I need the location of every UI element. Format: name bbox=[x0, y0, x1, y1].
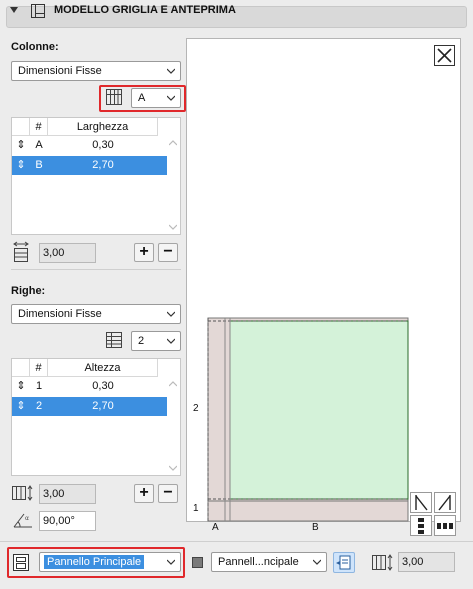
rows-total-field[interactable]: 3,00 bbox=[39, 484, 96, 504]
row-count-dropdown[interactable]: 2 bbox=[131, 331, 181, 351]
preview-row-label: 1 bbox=[193, 503, 199, 514]
columns-mode-dropdown[interactable]: Dimensioni Fisse bbox=[11, 61, 181, 81]
table-header-blank bbox=[12, 359, 30, 377]
add-column-button[interactable]: + bbox=[134, 243, 154, 262]
drag-handle-icon[interactable]: ⇕ bbox=[12, 136, 30, 155]
view-button-horizontal[interactable] bbox=[434, 515, 456, 536]
preview-row-label: 2 bbox=[193, 403, 199, 414]
table-header-id: # bbox=[30, 118, 48, 136]
table-header-blank bbox=[12, 118, 30, 136]
total-height-icon bbox=[12, 485, 33, 501]
row-id: A bbox=[35, 139, 43, 151]
diagonal-left-icon bbox=[415, 495, 428, 511]
view-button-vertical[interactable] bbox=[410, 515, 432, 536]
panel-dropdown-value: Pannello Principale bbox=[44, 555, 145, 569]
rows-mode-dropdown[interactable]: Dimensioni Fisse bbox=[11, 304, 181, 324]
columns-mode-value: Dimensioni Fisse bbox=[18, 65, 102, 77]
table-row[interactable]: ⇕ B 2,70 bbox=[12, 156, 167, 175]
column-selector-value: A bbox=[138, 92, 146, 104]
table-header-id: # bbox=[30, 359, 48, 377]
table-row[interactable]: ⇕ 2 2,70 bbox=[12, 397, 167, 416]
row-id: B bbox=[35, 159, 43, 171]
material-settings-button[interactable] bbox=[333, 552, 355, 573]
table-row[interactable]: ⇕ A 0,30 bbox=[12, 136, 167, 155]
preview-drawing bbox=[207, 317, 409, 522]
preview-col-label: A bbox=[212, 522, 219, 533]
material-dropdown[interactable]: Pannell...ncipale bbox=[211, 552, 327, 572]
main-panel bbox=[229, 320, 409, 500]
drag-handle-icon[interactable]: ⇕ bbox=[12, 377, 30, 396]
material-dropdown-value: Pannell...ncipale bbox=[218, 556, 299, 568]
preview-col-label: B bbox=[312, 522, 319, 533]
scroll-up-icon[interactable] bbox=[169, 139, 177, 147]
section-divider bbox=[11, 269, 181, 270]
rows-label: Righe: bbox=[11, 285, 46, 297]
row-count-value: 2 bbox=[138, 335, 145, 347]
chevron-down-icon bbox=[313, 559, 321, 565]
row-value[interactable]: 2,70 bbox=[48, 397, 158, 416]
scroll-down-icon[interactable] bbox=[169, 464, 177, 472]
view-button-right[interactable] bbox=[434, 492, 456, 513]
thickness-icon bbox=[372, 554, 393, 571]
view-button-left[interactable] bbox=[410, 492, 432, 513]
columns-total-field[interactable]: 3,00 bbox=[39, 243, 96, 263]
panel-title: MODELLO GRIGLIA E ANTEPRIMA bbox=[54, 4, 236, 16]
close-preview-button[interactable] bbox=[434, 45, 455, 66]
close-icon bbox=[437, 48, 452, 63]
panel-dropdown[interactable]: Pannello Principale bbox=[39, 552, 181, 572]
remove-row-button[interactable]: − bbox=[158, 484, 178, 503]
column-grid-icon bbox=[106, 89, 122, 105]
chevron-down-icon bbox=[167, 311, 175, 317]
thickness-field[interactable]: 3,00 bbox=[398, 552, 455, 572]
vertical-blocks-icon bbox=[418, 518, 424, 534]
angle-field[interactable]: 90,00° bbox=[39, 511, 96, 531]
collapse-triangle-icon[interactable] bbox=[10, 7, 18, 13]
remove-column-button[interactable]: − bbox=[158, 243, 178, 262]
chevron-down-icon bbox=[167, 68, 175, 74]
row-value[interactable]: 0,30 bbox=[48, 377, 158, 396]
chevron-down-icon bbox=[167, 559, 175, 565]
rows-mode-value: Dimensioni Fisse bbox=[18, 308, 102, 320]
row-value[interactable]: 2,70 bbox=[48, 156, 158, 175]
drag-handle-icon[interactable]: ⇕ bbox=[12, 397, 30, 416]
drag-handle-icon[interactable]: ⇕ bbox=[12, 156, 30, 175]
panel-icon bbox=[13, 554, 29, 571]
left-frame bbox=[207, 317, 226, 522]
table-row[interactable]: ⇕ 1 0,30 bbox=[12, 377, 167, 396]
table-header-height: Altezza bbox=[48, 359, 158, 377]
chevron-down-icon bbox=[167, 338, 175, 344]
columns-label: Colonne: bbox=[11, 41, 59, 53]
grid-preview[interactable] bbox=[186, 38, 461, 522]
row-id: 1 bbox=[35, 380, 43, 392]
total-width-icon bbox=[13, 241, 29, 262]
chevron-down-icon bbox=[167, 95, 175, 101]
bottom-frame bbox=[207, 500, 409, 522]
svg-text:α: α bbox=[25, 515, 29, 522]
diagonal-right-icon bbox=[438, 495, 451, 511]
row-id: 2 bbox=[35, 400, 43, 412]
columns-table[interactable]: # Larghezza ⇕ A 0,30 ⇕ B 2,70 bbox=[11, 117, 181, 235]
scroll-up-icon[interactable] bbox=[169, 380, 177, 388]
material-transfer-icon bbox=[336, 555, 351, 570]
grid-panel-icon bbox=[31, 4, 45, 18]
column-selector-dropdown[interactable]: A bbox=[131, 88, 181, 108]
angle-icon: α bbox=[13, 513, 32, 528]
row-grid-icon bbox=[106, 332, 122, 348]
horizontal-blocks-icon bbox=[437, 523, 453, 529]
add-row-button[interactable]: + bbox=[134, 484, 154, 503]
scroll-down-icon[interactable] bbox=[169, 223, 177, 231]
row-value[interactable]: 0,30 bbox=[48, 136, 158, 155]
rows-table[interactable]: # Altezza ⇕ 1 0,30 ⇕ 2 2,70 bbox=[11, 358, 181, 476]
table-header-width: Larghezza bbox=[48, 118, 158, 136]
material-swatch[interactable] bbox=[192, 557, 203, 568]
